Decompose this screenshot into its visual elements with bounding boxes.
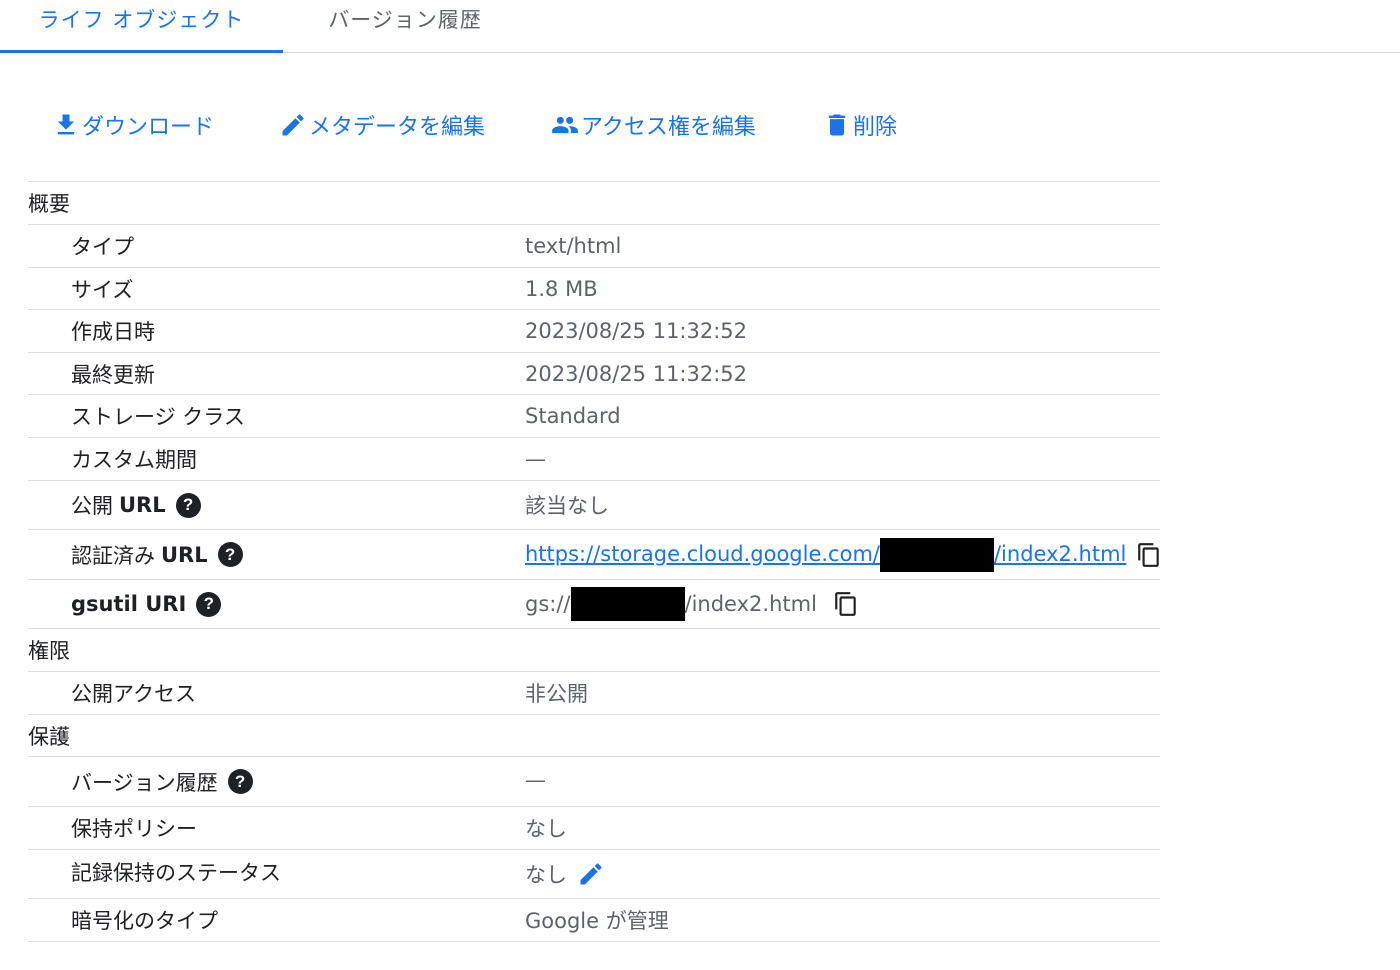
- edit-access-button[interactable]: アクセス権を編集: [551, 100, 756, 150]
- label-text: バージョン履歴: [71, 770, 218, 795]
- help-icon[interactable]: ?: [227, 769, 253, 794]
- row-label: 暗号化のタイプ: [71, 909, 218, 933]
- detail-row-created: 作成日時 2023/08/25 11:32:52: [28, 309, 1160, 352]
- row-value: 1.8 MB: [525, 276, 598, 301]
- row-label: バージョン履歴 ?: [71, 757, 253, 806]
- label-text: gsutil URI: [71, 592, 187, 616]
- url-prefix: https://storage.cloud.google.com/: [525, 541, 880, 566]
- detail-row-size: サイズ 1.8 MB: [28, 267, 1160, 309]
- label-text: 公開: [71, 494, 113, 518]
- download-icon: [57, 114, 75, 135]
- detail-row-encryption: 暗号化のタイプ Google が管理: [28, 898, 1160, 942]
- section-title: 保護: [28, 724, 70, 749]
- authenticated-url-link[interactable]: https://storage.cloud.google.com/ /index2…: [525, 537, 1127, 572]
- row-value: —: [525, 768, 546, 792]
- row-value: https://storage.cloud.google.com/ /index2…: [525, 530, 1162, 579]
- help-icon[interactable]: ?: [217, 542, 243, 567]
- detail-row-gsutil-uri: gsutil URI ? gs:// /index2.html: [28, 579, 1160, 628]
- row-label: 記録保持のステータス: [71, 861, 281, 885]
- row-label: 公開 URL ?: [71, 481, 201, 529]
- row-label: gsutil URI ?: [71, 580, 222, 628]
- detail-row-updated: 最終更新 2023/08/25 11:32:52: [28, 352, 1160, 394]
- help-icon[interactable]: ?: [196, 591, 222, 617]
- section-title: 概要: [28, 192, 70, 216]
- row-value: 2023/08/25 11:32:52: [525, 319, 748, 343]
- row-value: Google が管理: [525, 909, 669, 933]
- section-protection: 保護: [28, 714, 1160, 756]
- row-label: カスタム期間: [71, 448, 197, 472]
- help-icon[interactable]: ?: [175, 492, 201, 518]
- detail-row-public-url: 公開 URL ? 該当なし: [28, 480, 1160, 529]
- detail-row-retention-status: 記録保持のステータス なし: [28, 849, 1160, 898]
- row-value: —: [525, 447, 546, 471]
- row-value: なし: [525, 850, 605, 898]
- label-url: URL: [119, 493, 166, 517]
- section-overview: 概要: [28, 181, 1160, 224]
- row-label: 公開アクセス: [71, 682, 196, 706]
- row-label: タイプ: [71, 235, 134, 259]
- download-label: ダウンロード: [82, 115, 215, 140]
- row-value: 非公開: [525, 682, 588, 706]
- download-button[interactable]: ダウンロード: [52, 100, 214, 150]
- delete-button[interactable]: 削除: [823, 100, 897, 150]
- tab-bar: ライフ オブジェクト バージョン履歴: [0, 0, 1400, 53]
- detail-row-retention-policy: 保持ポリシー なし: [28, 806, 1160, 849]
- action-toolbar: ダウンロード メタデータを編集 アクセス権を編集 削除: [0, 100, 1400, 150]
- tab-live-object[interactable]: ライフ オブジェクト: [0, 0, 283, 53]
- delete-label: 削除: [853, 115, 898, 140]
- copy-icon[interactable]: [1136, 542, 1162, 568]
- object-details: 概要 タイプ text/html サイズ 1.8 MB 作成日時 2023/08…: [28, 181, 1160, 942]
- tab-version-history[interactable]: バージョン履歴: [300, 0, 510, 50]
- redacted-bucket-name: [879, 537, 994, 572]
- detail-row-storage-class: ストレージ クラス Standard: [28, 394, 1160, 437]
- section-permissions: 権限: [28, 628, 1160, 671]
- edit-metadata-button[interactable]: メタデータを編集: [279, 100, 485, 150]
- row-label: サイズ: [71, 277, 134, 302]
- row-value: text/html: [525, 234, 622, 258]
- row-value: Standard: [525, 404, 621, 428]
- row-label: 保持ポリシー: [71, 817, 197, 841]
- edit-metadata-label: メタデータを編集: [309, 115, 486, 140]
- copy-icon[interactable]: [833, 591, 859, 617]
- redacted-bucket-name: [570, 587, 685, 621]
- detail-row-public-access: 公開アクセス 非公開: [28, 671, 1160, 714]
- row-label: ストレージ クラス: [71, 405, 245, 429]
- people-icon: [552, 116, 578, 134]
- row-value: 2023/08/25 11:32:52: [525, 361, 748, 386]
- detail-row-type: タイプ text/html: [28, 224, 1160, 267]
- detail-row-authenticated-url: 認証済み URL ? https://storage.cloud.google.…: [28, 529, 1160, 579]
- pencil-icon[interactable]: [577, 860, 605, 888]
- url-suffix: /index2.html: [993, 541, 1127, 566]
- edit-access-label: アクセス権を編集: [581, 115, 756, 140]
- label-url: URL: [161, 542, 208, 567]
- trash-icon: [828, 114, 846, 136]
- row-label: 認証済み URL ?: [71, 530, 243, 579]
- detail-row-version-history: バージョン履歴 ? —: [28, 756, 1160, 806]
- section-title: 権限: [28, 639, 70, 663]
- row-label: 作成日時: [71, 320, 155, 344]
- row-value: なし: [525, 817, 567, 841]
- detail-row-custom-time: カスタム期間 —: [28, 437, 1160, 480]
- label-text: 認証済み: [71, 543, 155, 568]
- row-label: 最終更新: [71, 362, 155, 387]
- uri-prefix: gs://: [525, 592, 571, 616]
- row-value: gs:// /index2.html: [525, 580, 859, 628]
- uri-suffix: /index2.html: [684, 592, 817, 616]
- row-value: 該当なし: [525, 494, 609, 518]
- pencil-icon: [282, 114, 304, 136]
- value-text: なし: [525, 863, 567, 887]
